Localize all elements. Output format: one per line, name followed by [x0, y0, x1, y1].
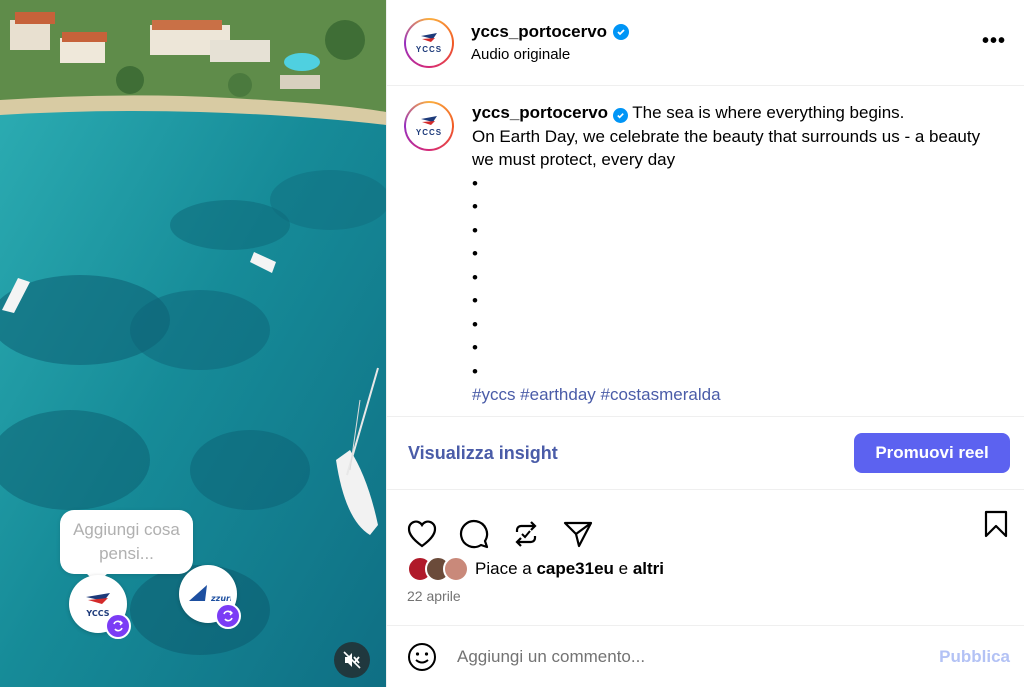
comment-icon[interactable] [459, 519, 489, 549]
caption-bullet: • [472, 173, 478, 193]
caption-author-avatar[interactable]: YCCS [404, 101, 454, 151]
audio-link[interactable]: Audio originale [471, 46, 629, 63]
collaborator-yccs-avatar[interactable]: YCCS [69, 575, 131, 639]
collaborator-azzurra-avatar[interactable]: zzurra [179, 565, 241, 629]
likes-prefix: Piace a [475, 559, 537, 578]
liker-username[interactable]: cape31eu [536, 559, 614, 578]
view-insights-link[interactable]: Visualizza insight [408, 443, 558, 464]
promote-reel-button[interactable]: Promuovi reel [854, 433, 1010, 473]
likes-others-link[interactable]: altri [633, 559, 664, 578]
likes-conjunction: e [613, 559, 633, 578]
collab-badge-icon [105, 613, 131, 639]
avatar-text: YCCS [415, 44, 443, 54]
reel-video[interactable]: Aggiungi cosa pensi... YCCS zzurra [0, 0, 386, 687]
action-bar [387, 490, 1024, 560]
author-username[interactable]: yccs_portocervo [471, 22, 607, 42]
caption-bullet: • [472, 338, 478, 357]
caption-bullet: • [472, 291, 478, 310]
verified-badge-icon [613, 24, 630, 40]
post-viewer: Aggiungi cosa pensi... YCCS zzurra [0, 0, 1024, 687]
caption-line-1: The sea is where everything begins. [627, 103, 905, 122]
post-header: YCCS yccs_portocervo Audio originale ••• [387, 0, 1024, 86]
caption-bullet: • [472, 314, 478, 334]
caption-bullet: • [472, 244, 478, 263]
caption-hashtags[interactable]: #yccs #earthday #costasmeralda [472, 383, 1004, 407]
share-icon[interactable] [563, 519, 593, 549]
svg-text:YCCS: YCCS [85, 609, 109, 618]
caption-bullet: • [472, 267, 478, 287]
bookmark-icon[interactable] [983, 510, 1009, 538]
yccs-logo-icon [421, 32, 437, 42]
avatar-text: YCCS [415, 128, 443, 137]
comment-bubble[interactable]: Aggiungi cosa pensi... [60, 510, 193, 574]
caption-bullet: • [472, 220, 478, 240]
post-date: 22 aprile [407, 588, 461, 604]
muted-speaker-icon[interactable] [334, 642, 370, 678]
comment-composer: Pubblica [387, 625, 1024, 687]
collab-badge-icon [215, 603, 241, 629]
svg-text:zzurra: zzurra [210, 594, 231, 603]
yccs-logo-icon [421, 116, 437, 125]
caption-text: yccs_portocervo The sea is where everyth… [472, 101, 1004, 416]
emoji-icon[interactable] [407, 642, 437, 672]
verified-badge-icon [612, 108, 628, 123]
more-options-icon[interactable]: ••• [982, 30, 1006, 53]
caption-line-2: On Earth Day, we celebrate the beauty th… [472, 126, 981, 170]
caption-bullet: • [472, 197, 478, 216]
caption-username[interactable]: yccs_portocervo [472, 103, 608, 122]
comment-input[interactable] [457, 646, 897, 667]
publish-button[interactable]: Pubblica [939, 647, 1010, 667]
caption: YCCS yccs_portocervo The sea is where ev… [387, 86, 1024, 416]
post-details: YCCS yccs_portocervo Audio originale ••• [386, 0, 1024, 687]
heart-icon[interactable] [407, 520, 437, 548]
insights-bar: Visualizza insight Promuovi reel [387, 416, 1024, 490]
likes-text: Piace a cape31eu e altri [475, 559, 664, 579]
caption-bullet: • [472, 361, 478, 381]
author-avatar[interactable]: YCCS [404, 17, 454, 68]
repost-icon[interactable] [511, 519, 541, 549]
